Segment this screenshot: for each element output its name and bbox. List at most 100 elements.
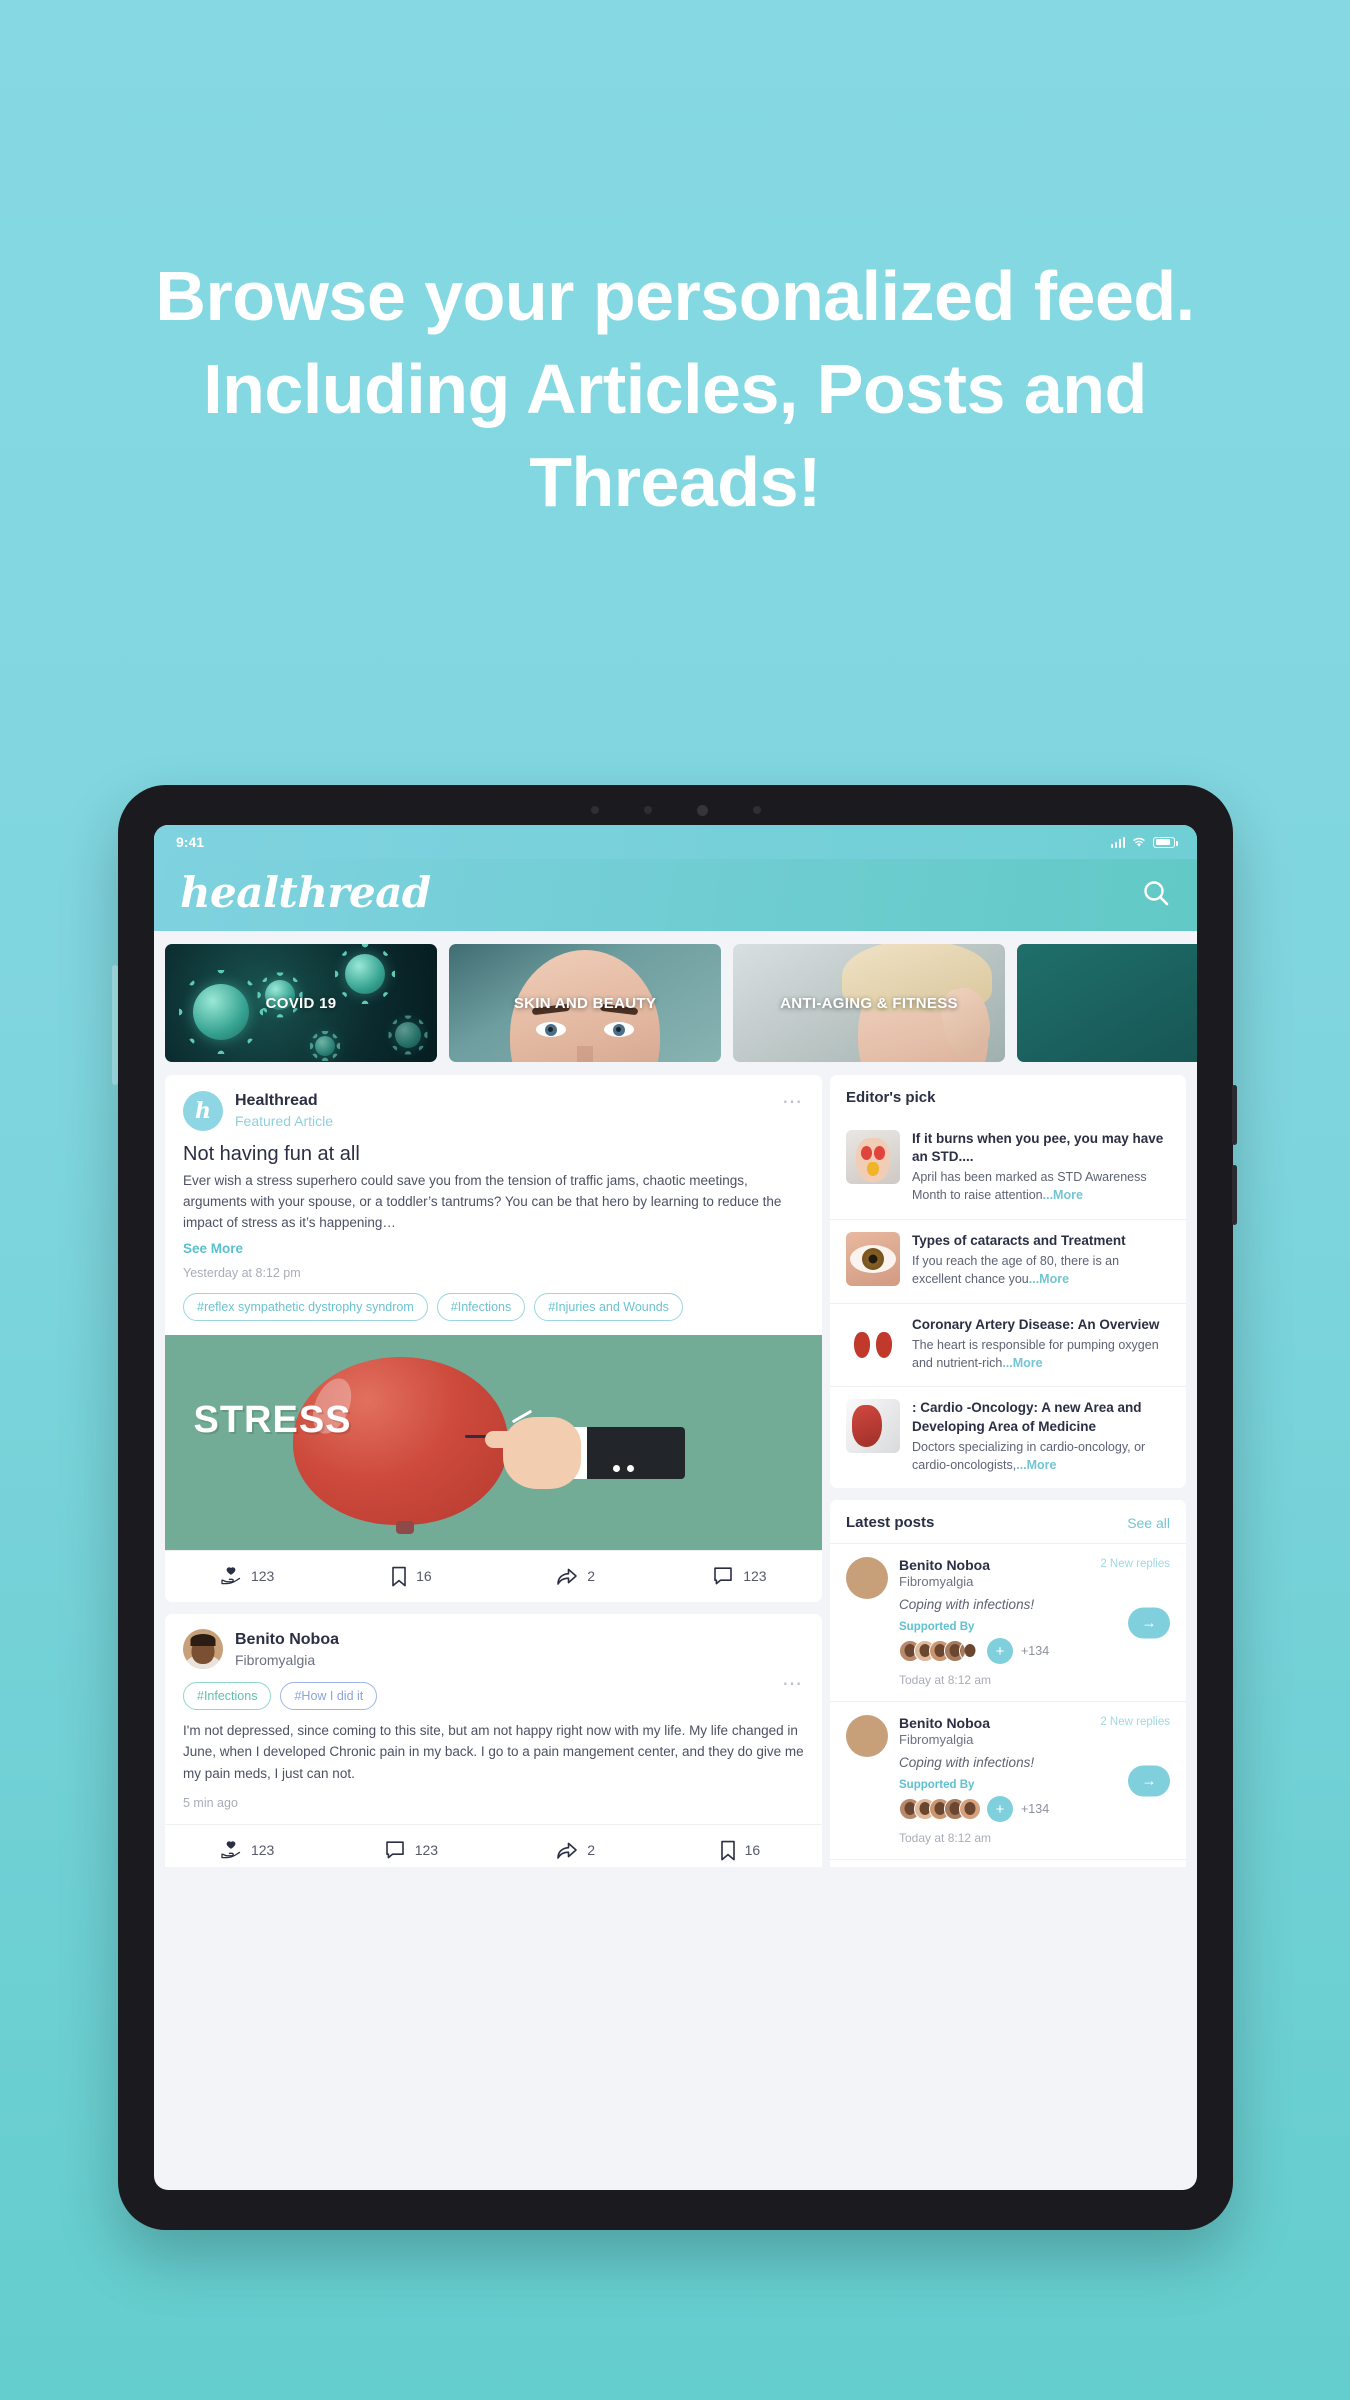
volume-up-button[interactable] <box>1232 1085 1237 1145</box>
bookmark-button[interactable]: 16 <box>329 1551 493 1602</box>
support-count: 123 <box>250 1568 275 1585</box>
app-logo[interactable]: healthread <box>180 872 431 914</box>
comment-button[interactable]: 123 <box>329 1825 493 1867</box>
thread-title: Coping with infections! <box>899 1597 1035 1613</box>
wifi-icon <box>1133 837 1145 847</box>
tag-chip[interactable]: #Injuries and Wounds <box>534 1292 683 1321</box>
camera-lens-icon <box>696 804 708 816</box>
thread-timestamp: Today at 8:12 am <box>899 1673 992 1688</box>
article-excerpt: Ever wish a stress superhero could save … <box>183 1173 782 1230</box>
comment-count: 123 <box>743 1568 767 1585</box>
bookmark-count: 16 <box>744 1842 761 1859</box>
pick-preview: If you reach the age of 80, there is an … <box>912 1254 1120 1286</box>
tag-chip[interactable]: #How I did it <box>280 1681 378 1710</box>
share-button[interactable]: 2 <box>494 1551 658 1602</box>
latest-post-item[interactable]: Benito Noboa Fibromyalgia Coping with in… <box>830 1701 1186 1859</box>
device-left-edge-highlight <box>112 965 118 1085</box>
article-header: h Healthread Featured Article ⋯ <box>165 1075 822 1131</box>
supported-by-label: Supported By <box>899 1779 975 1792</box>
pick-preview: April has been marked as STD Awareness M… <box>912 1170 1147 1203</box>
support-button[interactable]: 123 <box>165 1551 329 1602</box>
post-card[interactable]: Benito Noboa Fibromyalgia #Infections #H… <box>165 1613 822 1867</box>
bookmark-button[interactable]: 16 <box>658 1825 822 1867</box>
avatar <box>846 1715 888 1758</box>
comment-count: 123 <box>414 1842 439 1859</box>
see-more-link[interactable]: See More <box>165 1234 822 1256</box>
share-count: 2 <box>587 1568 596 1585</box>
editors-pick-item[interactable]: Coronary Artery Disease: An Overview The… <box>830 1302 1186 1387</box>
post-overflow-menu-icon[interactable]: ⋯ <box>782 1673 804 1694</box>
supporter-extra-count: +134 <box>1021 1802 1050 1817</box>
latest-posts-panel: Latest posts See all Benito Noboa Fibrom… <box>830 1500 1186 1867</box>
sensor-dot <box>643 806 652 814</box>
category-card-anti-aging-and-fitness[interactable]: ANTI-AGING & FITNESS <box>733 944 1005 1062</box>
bookmark-count: 16 <box>416 1568 432 1585</box>
editors-pick-item[interactable]: : Cardio -Oncology: A new Area and Devel… <box>830 1386 1186 1488</box>
category-label: SKIN AND BEAUTY <box>513 994 657 1012</box>
editors-pick-title: Editor's pick <box>846 1089 936 1106</box>
latest-post-item[interactable]: Benito Noboa Fibromyalgia Coping with in… <box>830 1543 1186 1701</box>
feed-column[interactable]: h Healthread Featured Article ⋯ Not havi… <box>154 1075 826 1867</box>
post-tag-row: #Infections #How I did it ⋯ <box>165 1669 822 1716</box>
comment-icon <box>385 1841 404 1859</box>
pick-heading: Coronary Artery Disease: An Overview <box>912 1316 1160 1332</box>
post-body: I'm not depressed, since coming to this … <box>183 1722 804 1781</box>
category-label: ANTI-AGING & FITNESS <box>780 994 958 1012</box>
pick-heading: If it burns when you pee, you may have a… <box>912 1131 1164 1165</box>
app-header: healthread <box>154 859 1197 931</box>
sensor-dot <box>752 806 761 814</box>
open-thread-arrow-icon[interactable]: → <box>1128 1607 1170 1639</box>
article-kind: Featured Article <box>235 1113 334 1129</box>
post-header: Benito Noboa Fibromyalgia <box>165 1614 822 1669</box>
volume-down-button[interactable] <box>1232 1165 1237 1225</box>
supporter-avatar-stack: + +134 <box>899 1796 1110 1823</box>
category-card-skin-and-beauty[interactable]: SKIN AND BEAUTY <box>449 944 721 1062</box>
share-button[interactable]: 2 <box>494 1825 658 1867</box>
more-link[interactable]: ...More <box>1043 1188 1083 1202</box>
category-carousel[interactable]: COVID 19 SKIN AND BEAUTY ANTI-AGING & FI… <box>154 931 1197 1075</box>
bookmark-icon <box>392 1566 406 1587</box>
tag-chip[interactable]: #Infections <box>436 1292 526 1321</box>
see-all-link[interactable]: See all <box>1127 1515 1170 1531</box>
open-thread-arrow-icon[interactable]: → <box>1128 1765 1170 1797</box>
camera-strip <box>590 803 761 817</box>
post-engagement-bar: 123 123 2 16 <box>165 1823 822 1867</box>
thread-author: Benito Noboa <box>899 1557 990 1574</box>
article-overflow-menu-icon[interactable]: ⋯ <box>782 1091 804 1112</box>
editors-pick-item[interactable]: Types of cataracts and Treatment If you … <box>830 1218 1186 1303</box>
share-icon <box>557 1568 578 1585</box>
article-hero-image: STRESS <box>165 1334 822 1550</box>
article-engagement-bar: 123 16 2 123 <box>165 1549 822 1602</box>
comment-icon <box>714 1567 732 1585</box>
latest-posts-header: Latest posts See all <box>830 1500 1186 1543</box>
article-tag-row: #reflex sympathetic dystrophy syndrom #I… <box>165 1280 822 1335</box>
category-card-next[interactable] <box>1017 944 1197 1062</box>
search-icon[interactable] <box>1141 878 1171 913</box>
std-awareness-thumb <box>846 1130 900 1184</box>
latest-post-item[interactable]: Benito Noboa Fibromyalgia Coping with in… <box>830 1859 1186 1867</box>
right-rail[interactable]: Editor's pick If it burns when you pee, … <box>826 1075 1197 1867</box>
category-label: COVID 19 <box>265 994 337 1012</box>
support-heart-icon <box>221 1841 241 1859</box>
new-replies-badge: 2 New replies <box>1100 1716 1170 1729</box>
status-time: 9:41 <box>176 834 205 850</box>
featured-article-card[interactable]: h Healthread Featured Article ⋯ Not havi… <box>165 1075 822 1602</box>
more-link[interactable]: ...More <box>1016 1458 1056 1472</box>
tag-chip[interactable]: #Infections <box>183 1681 272 1710</box>
editors-pick-item[interactable]: If it burns when you pee, you may have a… <box>830 1118 1186 1219</box>
add-supporter-icon[interactable]: + <box>987 1638 1013 1665</box>
bookmark-icon <box>720 1840 735 1860</box>
app-content: h Healthread Featured Article ⋯ Not havi… <box>154 1075 1197 1867</box>
add-supporter-icon[interactable]: + <box>987 1796 1013 1823</box>
category-card-covid-19[interactable]: COVID 19 <box>165 944 437 1062</box>
status-indicators <box>1110 836 1178 848</box>
status-bar: 9:41 <box>154 825 1197 859</box>
more-link[interactable]: ...More <box>1002 1356 1042 1370</box>
more-link[interactable]: ...More <box>1029 1272 1069 1286</box>
pick-heading: : Cardio -Oncology: A new Area and Devel… <box>912 1400 1142 1434</box>
support-button[interactable]: 123 <box>165 1825 329 1867</box>
cardio-oncology-thumb <box>846 1399 900 1454</box>
thread-author: Benito Noboa <box>899 1715 990 1732</box>
comment-button[interactable]: 123 <box>658 1551 822 1602</box>
tag-chip[interactable]: #reflex sympathetic dystrophy syndrom <box>183 1292 428 1321</box>
